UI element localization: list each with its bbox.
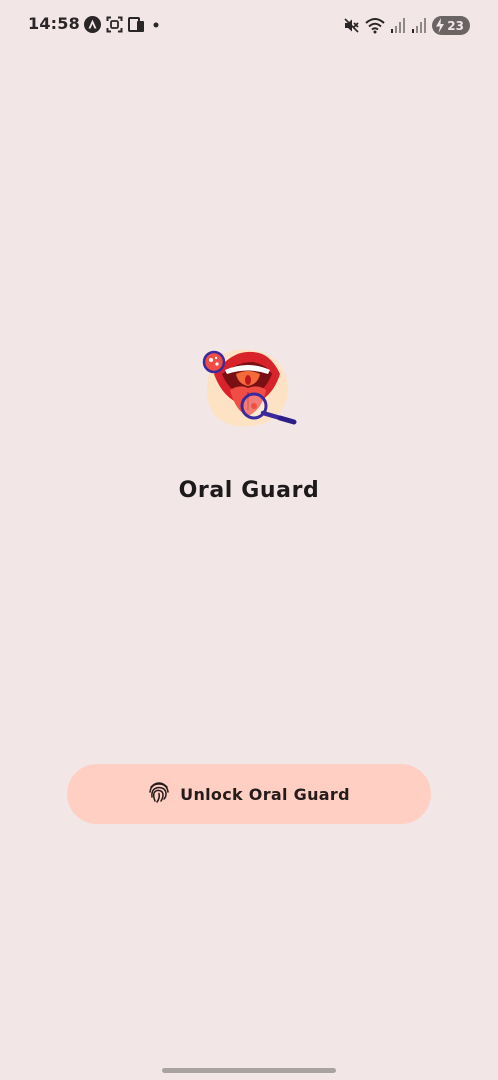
app-title: Oral Guard bbox=[178, 478, 320, 503]
home-indicator[interactable] bbox=[162, 1068, 336, 1073]
notification-dot-icon bbox=[150, 16, 162, 33]
unlock-button-label: Unlock Oral Guard bbox=[180, 784, 350, 804]
android-auto-icon bbox=[84, 16, 101, 33]
device-icon bbox=[128, 16, 145, 33]
status-icons-left bbox=[84, 16, 162, 33]
fingerprint-icon bbox=[148, 780, 170, 808]
charging-bolt-icon bbox=[436, 18, 444, 33]
signal-icon-2 bbox=[411, 17, 427, 34]
status-bar: 14:58 23 bbox=[0, 0, 498, 52]
screenshot-icon bbox=[106, 16, 123, 33]
mute-icon bbox=[343, 17, 360, 34]
wifi-icon bbox=[365, 17, 385, 34]
battery-charging-icon: 23 bbox=[432, 16, 470, 35]
app-logo bbox=[192, 340, 304, 436]
battery-level: 23 bbox=[447, 18, 464, 33]
signal-icon bbox=[390, 17, 406, 34]
status-time: 14:58 bbox=[28, 14, 80, 33]
unlock-button[interactable]: Unlock Oral Guard bbox=[67, 764, 431, 824]
mouth-magnifier-logo-icon bbox=[202, 349, 297, 427]
status-icons-right: 23 bbox=[343, 16, 470, 35]
